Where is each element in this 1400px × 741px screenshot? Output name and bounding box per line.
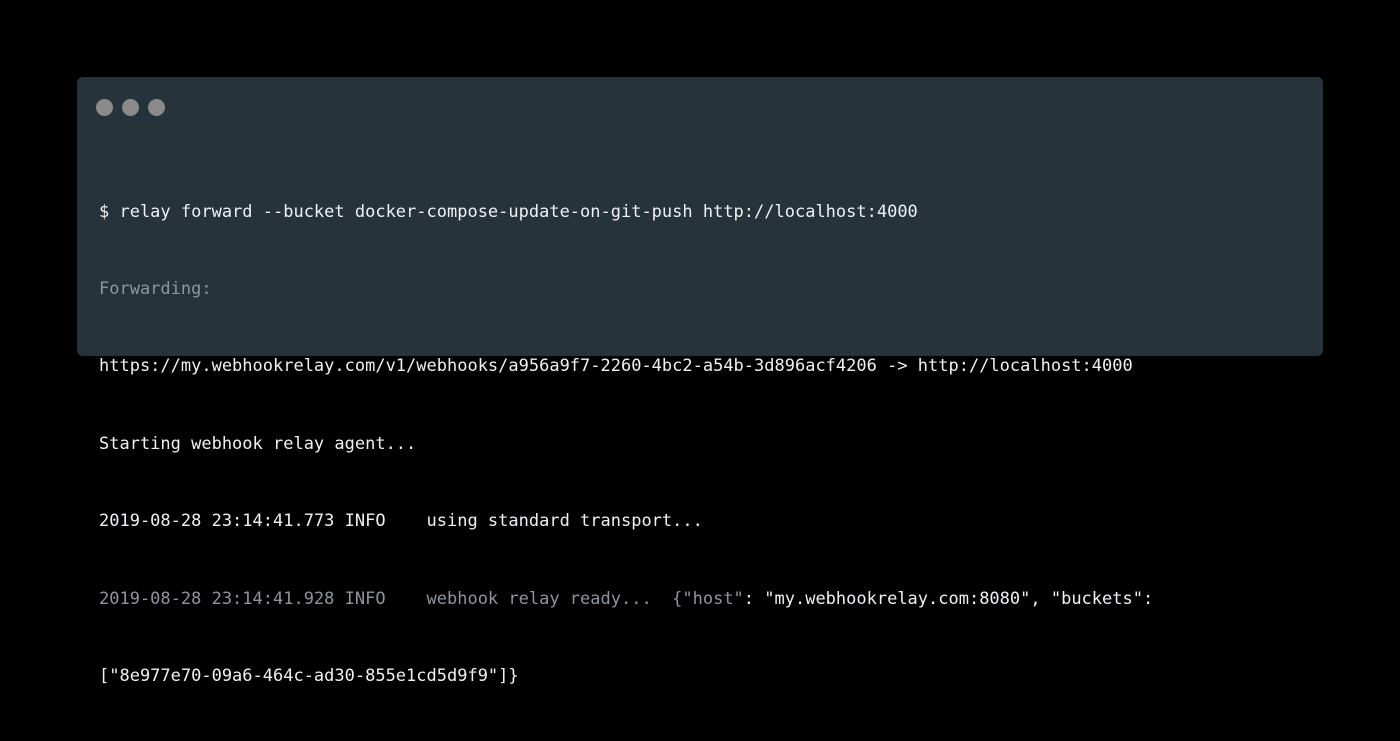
starting-agent-line: Starting webhook relay agent... <box>99 433 417 454</box>
forwarding-label: Forwarding: <box>99 278 212 299</box>
close-dot[interactable] <box>96 99 113 116</box>
maximize-dot[interactable] <box>148 99 165 116</box>
log-line-ready: 2019-08-28 23:14:41.928 INFO webhook rel… <box>99 587 1307 613</box>
log-line-buckets: ["8e977e70-09a6-464c-ad30-855e1cd5d9f9"]… <box>99 665 519 686</box>
log-line-ready-prefix: 2019-08-28 23:14:41.928 INFO webhook rel… <box>99 588 744 609</box>
forwarding-url-line: https://my.webhookrelay.com/v1/webhooks/… <box>99 356 1133 377</box>
minimize-dot[interactable] <box>122 99 139 116</box>
window-controls <box>96 99 165 116</box>
log-line-transport: 2019-08-28 23:14:41.773 INFO using stand… <box>99 511 703 532</box>
terminal-output[interactable]: $ relay forward --bucket docker-compose-… <box>99 148 1307 741</box>
command-line: $ relay forward --bucket docker-compose-… <box>99 201 918 222</box>
terminal-window: $ relay forward --bucket docker-compose-… <box>77 77 1323 686</box>
log-line-ready-json: : "my.webhookrelay.com:8080", "buckets": <box>743 588 1154 609</box>
